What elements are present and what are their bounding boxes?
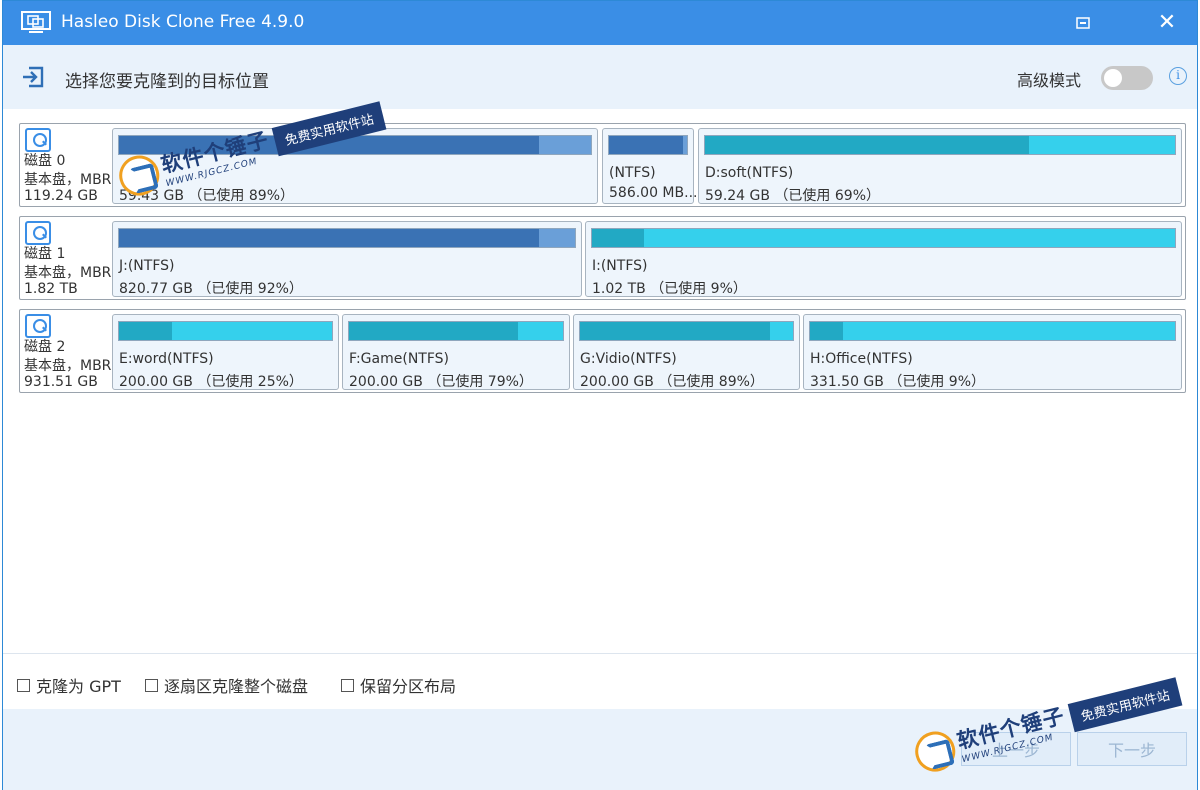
partition-card[interactable]: E:word(NTFS) 200.00 GB （已使用 25%） [112,314,339,390]
window-title: Hasleo Disk Clone Free 4.9.0 [61,12,305,32]
usage-fill [592,229,645,247]
usage-fill [810,322,843,340]
restore-button[interactable] [1069,9,1097,37]
partition-card[interactable]: G:Vidio(NTFS) 200.00 GB （已使用 89%） [573,314,800,390]
partition-card[interactable]: J:(NTFS) 820.77 GB （已使用 92%） [112,221,582,297]
clone-gpt-checkbox[interactable]: 克隆为 GPT [17,673,121,697]
usage-bar [579,321,794,341]
partition-name: E:word(NTFS) [119,351,214,367]
usage-fill [609,136,684,154]
partition-name: G:Vidio(NTFS) [580,351,677,367]
disk-row-2[interactable]: 磁盘 2 基本盘，MBR 931.51 GB E:word(NTFS) 200.… [19,309,1186,393]
disk-info: 磁盘 0 基本盘，MBR 119.24 GB [20,124,112,206]
usage-fill [119,322,173,340]
disk-type: 基本盘，MBR [24,265,112,281]
keep-layout-checkbox[interactable]: 保留分区布局 [341,673,456,697]
usage-bar [704,135,1176,155]
app-window: Hasleo Disk Clone Free 4.9.0 ✕ 选择您要克隆到的目… [2,0,1198,790]
partition-size: 200.00 GB （已使用 89%） [580,374,764,390]
disk-type: 基本盘，MBR [24,358,112,374]
checkbox-box [341,678,354,692]
keep-layout-label: 保留分区布局 [360,677,457,696]
usage-fill [119,229,539,247]
usage-bar [608,135,688,155]
app-icon [21,11,51,33]
disk-icon [25,221,51,245]
advanced-mode-toggle[interactable] [1101,66,1153,90]
usage-fill [349,322,519,340]
disk-info: 磁盘 2 基本盘，MBR 931.51 GB [20,310,112,392]
disk-capacity: 1.82 TB [24,281,78,297]
usage-bar [118,228,576,248]
disk-capacity: 119.24 GB [24,188,98,204]
partition-size: 586.00 MB... [609,185,698,201]
partition-size: 331.50 GB （已使用 9%） [810,374,985,390]
partition-size: 59.24 GB （已使用 69%） [705,188,880,204]
target-arrow-icon [23,66,44,88]
partition-name: D:soft(NTFS) [705,165,794,181]
close-button[interactable]: ✕ [1153,9,1181,37]
partition-card[interactable]: D:soft(NTFS) 59.24 GB （已使用 69%） [698,128,1182,204]
disk-name: 磁盘 0 [24,153,66,169]
partition-card[interactable]: (NTFS) 586.00 MB... [602,128,698,204]
advanced-mode-label: 高级模式 [1017,71,1082,90]
partition-size: 820.77 GB （已使用 92%） [119,281,303,297]
partition-name: F:Game(NTFS) [349,351,450,367]
restore-icon [1076,17,1090,29]
page-title: 选择您要克隆到的目标位置 [65,72,269,92]
disk-name: 磁盘 2 [24,339,66,355]
divider [3,653,1197,654]
usage-fill [705,136,1030,154]
disk-name: 磁盘 1 [24,246,66,262]
partition-name: (NTFS) [609,165,656,181]
partition-card[interactable]: I:(NTFS) 1.02 TB （已使用 9%） [585,221,1182,297]
info-icon[interactable]: i [1169,67,1187,85]
checkbox-box [145,678,158,692]
partition-name: H:Office(NTFS) [810,351,913,367]
toggle-knob [1104,69,1122,87]
disk-capacity: 931.51 GB [24,374,98,390]
partition-card[interactable]: F:Game(NTFS) 200.00 GB （已使用 79%） [342,314,570,390]
partition-name: I:(NTFS) [592,258,648,274]
page-header: 选择您要克隆到的目标位置 高级模式 i [3,45,1197,109]
usage-bar [809,321,1176,341]
clone-options: 克隆为 GPT 逐扇区克隆整个磁盘 保留分区布局 [3,669,1197,699]
disk-icon [25,128,51,152]
disk-icon [25,314,51,338]
sector-clone-checkbox[interactable]: 逐扇区克隆整个磁盘 [145,673,308,697]
usage-bar [118,321,333,341]
title-bar: Hasleo Disk Clone Free 4.9.0 ✕ [3,1,1197,45]
disk-row-1[interactable]: 磁盘 1 基本盘，MBR 1.82 TB J:(NTFS) 820.77 GB … [19,216,1186,300]
usage-bar [348,321,564,341]
disk-type: 基本盘，MBR [24,172,112,188]
disk-info: 磁盘 1 基本盘，MBR 1.82 TB [20,217,112,299]
partition-name: J:(NTFS) [119,258,175,274]
clone-gpt-label: 克隆为 GPT [36,677,121,696]
usage-bar [591,228,1176,248]
usage-fill [580,322,770,340]
partition-size: 1.02 TB （已使用 9%） [592,281,747,297]
close-icon: ✕ [1157,10,1177,35]
checkbox-box [17,678,30,692]
next-button[interactable]: 下一步 [1077,732,1187,766]
partition-size: 200.00 GB （已使用 25%） [119,374,303,390]
partition-card[interactable]: H:Office(NTFS) 331.50 GB （已使用 9%） [803,314,1182,390]
sector-clone-label: 逐扇区克隆整个磁盘 [164,677,309,696]
partition-size: 200.00 GB （已使用 79%） [349,374,533,390]
